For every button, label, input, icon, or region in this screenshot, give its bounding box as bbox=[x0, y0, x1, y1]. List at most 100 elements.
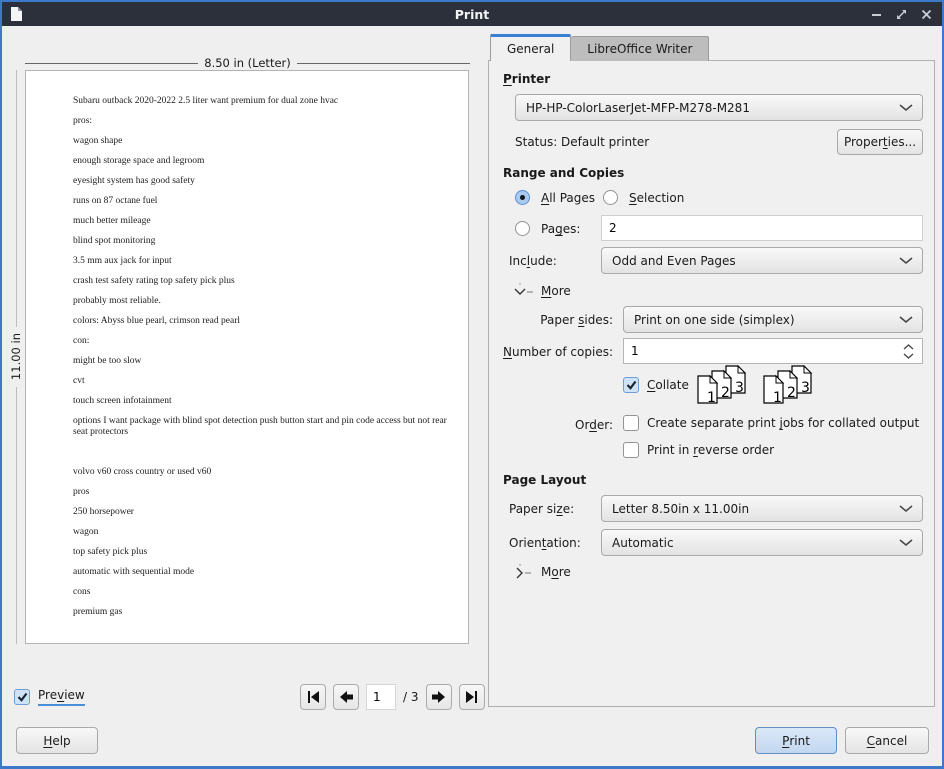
copies-input[interactable] bbox=[624, 344, 895, 358]
document-preview-text: Subaru outback 2020-2022 2.5 liter want … bbox=[26, 71, 468, 618]
properties-button[interactable]: Properties... bbox=[837, 129, 923, 155]
page-height-dimension: 11.00 in bbox=[8, 70, 24, 644]
collate-icon: 1 2 3 bbox=[695, 365, 749, 409]
tab-general[interactable]: General bbox=[490, 34, 571, 61]
svg-text:3: 3 bbox=[801, 380, 810, 396]
status-value: Default printer bbox=[561, 135, 649, 149]
spin-down-icon[interactable] bbox=[903, 353, 914, 359]
paper-size-select-value: Letter 8.50in x 11.00in bbox=[612, 502, 749, 516]
print-preview-page: Subaru outback 2020-2022 2.5 liter want … bbox=[25, 70, 469, 644]
doc-line: runs on 87 octane fuel bbox=[73, 196, 450, 207]
window-title: Print bbox=[2, 7, 942, 22]
orientation-select[interactable]: Automatic bbox=[601, 529, 923, 556]
svg-text:3: 3 bbox=[735, 380, 744, 396]
print-dialog-window: Print 8.50 in (Letter) 11.00 in Suba bbox=[0, 0, 944, 769]
help-button[interactable]: Help bbox=[16, 727, 98, 754]
selection-label[interactable]: Selection bbox=[629, 191, 684, 205]
range-copies-heading: Range and Copies bbox=[503, 166, 624, 180]
collate-icon: 1 2 3 bbox=[761, 365, 815, 409]
doc-line: cvt bbox=[73, 376, 450, 387]
collate-checkbox[interactable] bbox=[623, 377, 639, 393]
order-label: Order: bbox=[489, 418, 613, 432]
svg-text:2: 2 bbox=[787, 385, 796, 401]
layout-more-expander[interactable]: More bbox=[515, 564, 571, 580]
minimize-icon[interactable] bbox=[871, 9, 882, 20]
reverse-order-label[interactable]: Print in reverse order bbox=[647, 443, 774, 457]
close-icon[interactable] bbox=[921, 9, 932, 20]
page-number-input[interactable] bbox=[366, 684, 396, 710]
paper-size-label: Paper size: bbox=[509, 502, 574, 516]
doc-line: probably most reliable. bbox=[73, 296, 450, 307]
doc-line: Subaru outback 2020-2022 2.5 liter want … bbox=[73, 96, 450, 107]
expander-closed-icon bbox=[515, 564, 537, 580]
page-layout-heading: Page Layout bbox=[503, 473, 586, 487]
svg-text:2: 2 bbox=[721, 385, 730, 401]
spin-up-icon[interactable] bbox=[903, 344, 914, 350]
copies-spinbox[interactable] bbox=[623, 338, 923, 364]
doc-line: might be too slow bbox=[73, 356, 450, 367]
chevron-down-icon bbox=[899, 104, 913, 112]
chevron-down-icon bbox=[899, 505, 913, 513]
page-width-label: 8.50 in (Letter) bbox=[198, 56, 296, 70]
paper-sides-select[interactable]: Print on one side (simplex) bbox=[623, 306, 923, 333]
document-icon bbox=[10, 7, 22, 21]
chevron-down-icon bbox=[899, 539, 913, 547]
doc-line: 3.5 mm aux jack for input bbox=[73, 256, 450, 267]
restore-icon[interactable] bbox=[896, 9, 907, 20]
next-page-button[interactable] bbox=[426, 684, 452, 710]
first-page-button[interactable] bbox=[300, 684, 326, 710]
include-label: Include: bbox=[509, 254, 557, 268]
previous-page-button[interactable] bbox=[333, 684, 359, 710]
pages-radio[interactable] bbox=[515, 221, 530, 236]
printer-section-heading: Printer bbox=[503, 72, 550, 86]
paper-sides-label: Paper sides: bbox=[489, 313, 613, 327]
doc-line: wagon bbox=[73, 527, 450, 538]
printer-select-value: HP-HP-ColorLaserJet-MFP-M278-M281 bbox=[526, 101, 750, 115]
range-more-label[interactable]: More bbox=[541, 284, 571, 298]
doc-line: touch screen infotainment bbox=[73, 396, 450, 407]
include-select-value: Odd and Even Pages bbox=[612, 254, 736, 268]
doc-line: pros bbox=[73, 487, 450, 498]
page-width-dimension: 8.50 in (Letter) bbox=[25, 55, 470, 71]
all-pages-radio[interactable] bbox=[515, 190, 530, 205]
selection-radio[interactable] bbox=[603, 190, 618, 205]
layout-more-label[interactable]: More bbox=[541, 565, 571, 579]
separate-print-jobs-label[interactable]: Create separate print jobs for collated … bbox=[647, 416, 919, 430]
general-tab-panel: Printer HP-HP-ColorLaserJet-MFP-M278-M28… bbox=[488, 60, 935, 707]
pages-input[interactable] bbox=[601, 215, 923, 241]
cancel-button[interactable]: Cancel bbox=[845, 727, 929, 754]
reverse-order-checkbox[interactable] bbox=[623, 442, 639, 458]
include-select[interactable]: Odd and Even Pages bbox=[601, 247, 923, 274]
titlebar[interactable]: Print bbox=[2, 2, 942, 26]
preview-checkbox-label[interactable]: Preview bbox=[38, 688, 85, 706]
printer-select[interactable]: HP-HP-ColorLaserJet-MFP-M278-M281 bbox=[515, 94, 923, 121]
doc-line: pros: bbox=[73, 116, 450, 127]
doc-line: eyesight system has good safety bbox=[73, 176, 450, 187]
doc-line: con: bbox=[73, 336, 450, 347]
separate-print-jobs-checkbox[interactable] bbox=[623, 415, 639, 431]
print-button[interactable]: Print bbox=[755, 727, 837, 754]
orientation-select-value: Automatic bbox=[612, 536, 674, 550]
doc-line: enough storage space and legroom bbox=[73, 156, 450, 167]
doc-line bbox=[73, 447, 450, 458]
doc-line: crash test safety rating top safety pick… bbox=[73, 276, 450, 287]
doc-line: wagon shape bbox=[73, 136, 450, 147]
orientation-label: Orientation: bbox=[509, 536, 581, 550]
doc-line: cons bbox=[73, 587, 450, 598]
number-of-copies-label: Number of copies: bbox=[489, 345, 613, 359]
doc-line: colors: Abyss blue pearl, crimson read p… bbox=[73, 316, 450, 327]
paper-size-select[interactable]: Letter 8.50in x 11.00in bbox=[601, 495, 923, 522]
doc-line: volvo v60 cross country or used v60 bbox=[73, 467, 450, 478]
expander-open-icon bbox=[513, 283, 537, 299]
all-pages-label[interactable]: All Pages bbox=[541, 191, 595, 205]
page-total-label: / 3 bbox=[403, 690, 419, 704]
tab-libreoffice-writer[interactable]: LibreOffice Writer bbox=[571, 36, 709, 61]
collate-label[interactable]: Collate bbox=[647, 378, 689, 392]
status-label: Status: bbox=[515, 135, 557, 149]
pages-label[interactable]: Pages: bbox=[541, 222, 580, 236]
last-page-button[interactable] bbox=[459, 684, 485, 710]
svg-text:1: 1 bbox=[773, 390, 782, 406]
preview-checkbox[interactable] bbox=[14, 689, 30, 705]
doc-line: top safety pick plus bbox=[73, 547, 450, 558]
range-more-expander[interactable]: More bbox=[513, 283, 571, 299]
